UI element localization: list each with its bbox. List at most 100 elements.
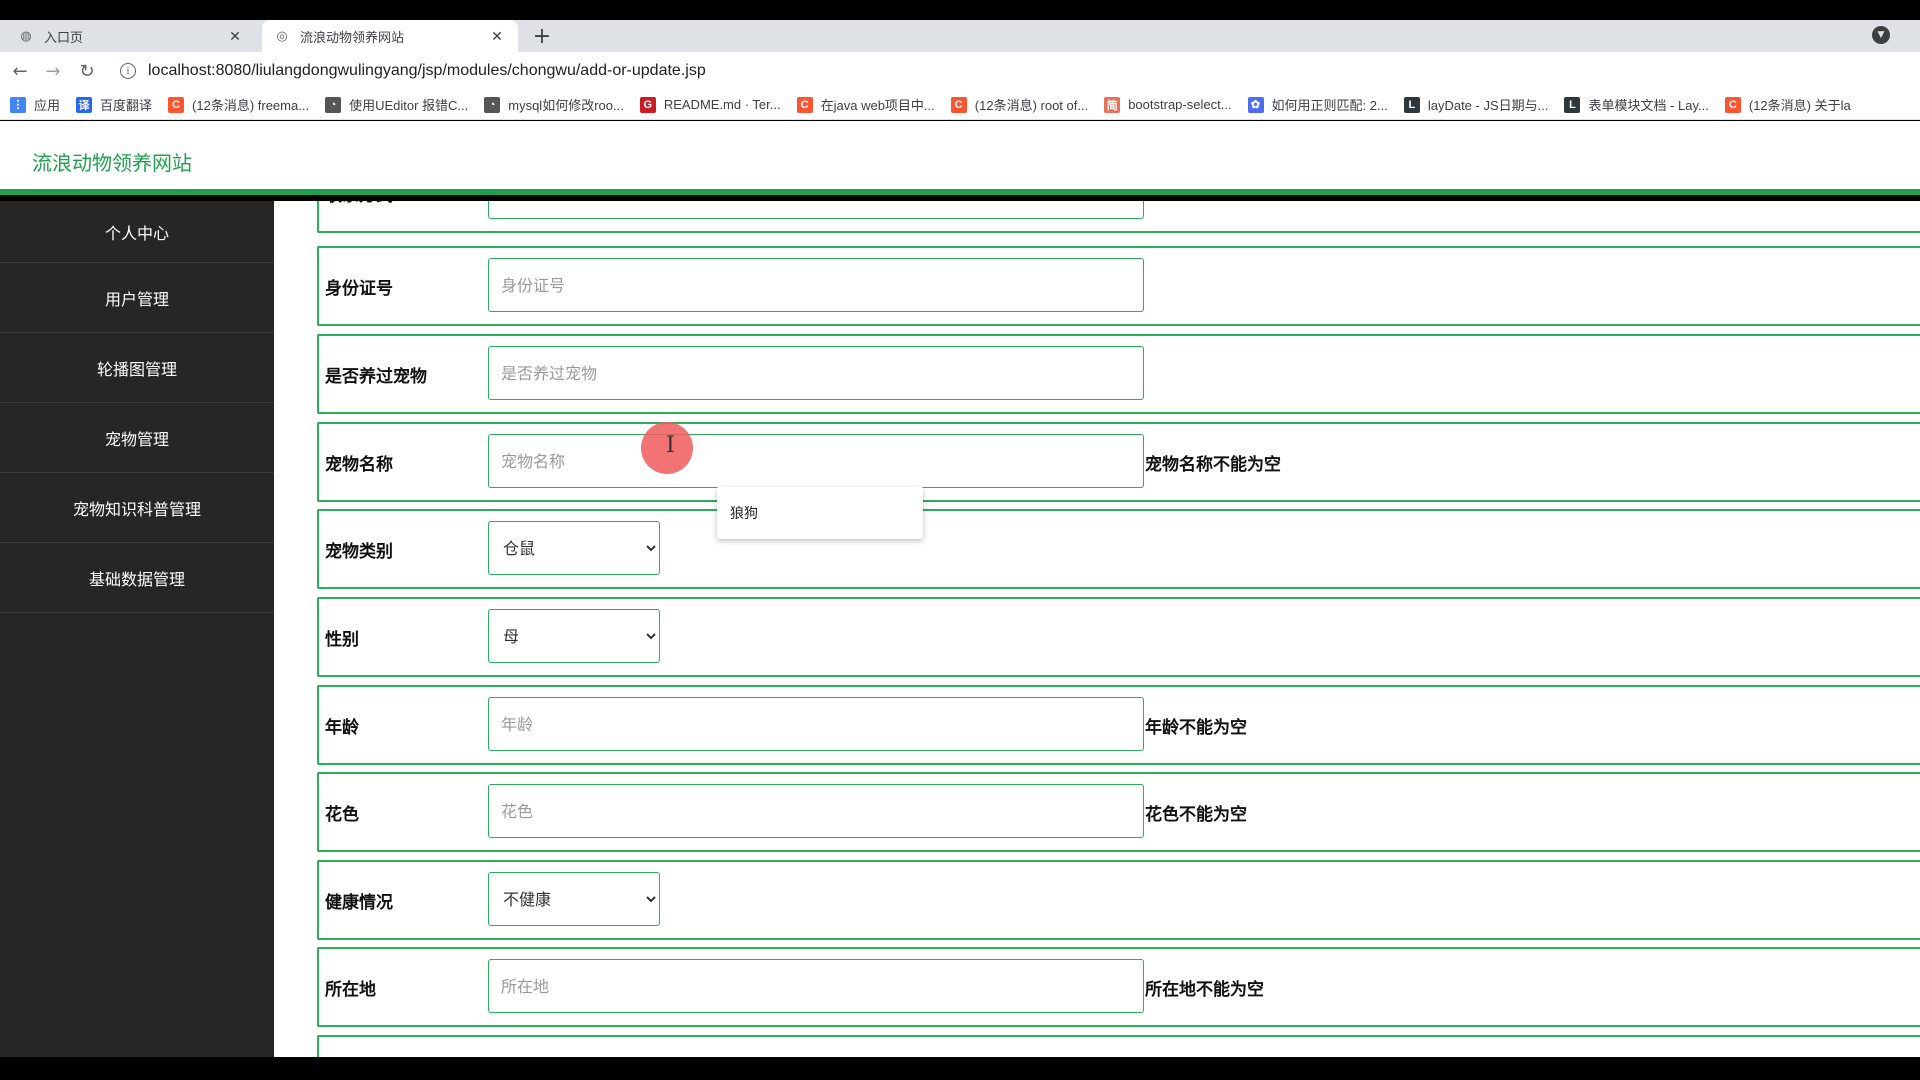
- globe-icon: ◎: [276, 28, 288, 43]
- field-label: 身份证号: [325, 278, 393, 299]
- tab-entry-page[interactable]: ◍ 入口页 ✕: [6, 20, 256, 52]
- form-row-gender: 性别 母: [317, 597, 1920, 677]
- bookmark-favicon-icon: ⋮: [10, 96, 26, 113]
- browser-toolbar: ← → ↻ i localhost:8080/liulangdongwuling…: [0, 52, 1920, 90]
- field-label: 宠物名称: [325, 454, 393, 475]
- bookmark-label: (12条消息) root of...: [974, 98, 1089, 113]
- text-cursor-icon: I: [666, 433, 675, 458]
- bookmark-item[interactable]: 简 bootstrap-select...: [1104, 96, 1232, 113]
- bookmark-label: (12条消息) 关于la: [1748, 98, 1851, 113]
- form-row-age: 年龄 年龄不能为空: [317, 685, 1920, 765]
- new-tab-icon[interactable]: +: [530, 20, 554, 52]
- bookmark-label: 应用: [34, 98, 61, 113]
- contact-input[interactable]: [488, 201, 1144, 219]
- bookmarks-bar: ⋮ 应用译百度翻译 C (12条消息) freema... ◔ 使用UEditor 报错C…: [0, 90, 1920, 120]
- form-row-health: 健康情况 不健康: [317, 860, 1920, 940]
- location-input[interactable]: [488, 959, 1144, 1013]
- bookmark-favicon-icon: ◔: [484, 96, 501, 113]
- field-label: 宠物类别: [325, 541, 393, 562]
- bookmark-item[interactable]: C (12条消息) 关于la: [1724, 95, 1851, 114]
- validation-error: 宠物名称不能为空: [1145, 454, 1281, 475]
- bookmark-item[interactable]: ⋮ 应用: [10, 95, 60, 114]
- browser-tab-strip: ◍ 入口页 ✕ ◎ 流浪动物领养网站 ✕: [0, 20, 1920, 52]
- age-input[interactable]: [488, 697, 1144, 751]
- form-row-contact: 联系方式: [317, 201, 1920, 233]
- form-row-color: 花色 花色不能为空: [317, 772, 1920, 852]
- bookmark-label: 使用UEditor 报错C...: [349, 98, 469, 113]
- bookmark-favicon-icon: C: [796, 96, 813, 113]
- bookmark-item[interactable]: G README.md · Ter...: [639, 96, 781, 113]
- sidebar-item-carousel[interactable]: 轮播图管理: [0, 333, 274, 403]
- color-input[interactable]: [488, 784, 1144, 838]
- bookmark-item[interactable]: L 表单模块文档 - Lay...: [1564, 95, 1709, 114]
- bookmark-favicon-icon: C: [1724, 96, 1741, 113]
- pet-name-input[interactable]: [488, 434, 1144, 488]
- info-icon[interactable]: i: [120, 63, 136, 79]
- field-label: 所在地: [325, 979, 376, 1000]
- reload-icon[interactable]: ↻: [77, 61, 97, 82]
- autocomplete-suggestion[interactable]: 狼狗: [717, 487, 923, 539]
- close-icon[interactable]: ✕: [226, 28, 244, 45]
- bookmark-label: 百度翻译: [100, 98, 153, 113]
- form-area: 联系方式 身份证号 是否养过宠物 宠物名称 宠物名称不能为空 宠物类别 仓鼠 性…: [274, 201, 1920, 1057]
- bookmark-favicon-icon: C: [950, 96, 967, 113]
- back-arrow-icon[interactable]: ←: [10, 61, 30, 82]
- app-header: 流浪动物领养网站: [0, 121, 1920, 195]
- bookmark-item[interactable]: ◔ 使用UEditor 报错C...: [325, 95, 468, 114]
- bookmark-item[interactable]: ◔ mysql如何修改roo...: [484, 95, 624, 114]
- validation-error: 花色不能为空: [1145, 804, 1247, 825]
- tab-search-icon[interactable]: ▼: [1872, 26, 1890, 44]
- form-row-pet-type: 宠物类别 仓鼠: [317, 509, 1920, 589]
- validation-error: 所在地不能为空: [1145, 979, 1264, 1000]
- field-label: 联系方式: [325, 201, 393, 231]
- bookmark-label: 如何用正则匹配: 2...: [1271, 98, 1388, 113]
- bookmark-label: bootstrap-select...: [1128, 97, 1232, 112]
- form-row-owned-pet: 是否养过宠物: [317, 334, 1920, 414]
- field-label: 花色: [325, 804, 359, 825]
- bookmark-favicon-icon: 译: [76, 96, 93, 113]
- bookmark-favicon-icon: G: [639, 96, 656, 113]
- owned-pet-input[interactable]: [488, 346, 1144, 400]
- sidebar-item-pet-knowledge[interactable]: 宠物知识科普管理: [0, 473, 274, 543]
- bookmark-favicon-icon: ◔: [325, 96, 342, 113]
- id-number-input[interactable]: [488, 258, 1144, 312]
- bookmark-favicon-icon: ✿: [1247, 96, 1264, 113]
- field-label: 健康情况: [325, 892, 393, 913]
- bookmark-label: README.md · Ter...: [663, 97, 781, 112]
- bookmark-item[interactable]: LlayDate - JS日期与...: [1403, 95, 1549, 114]
- bookmark-item[interactable]: 译百度翻译: [76, 95, 152, 114]
- bookmark-item[interactable]: C (12条消息) root of...: [950, 95, 1089, 114]
- bookmark-favicon-icon: 简: [1104, 96, 1121, 113]
- screen-top-border: [0, 0, 1920, 20]
- bookmark-label: 在java web项目中...: [820, 98, 935, 113]
- form-row-id-number: 身份证号: [317, 246, 1920, 326]
- health-select[interactable]: 不健康: [488, 872, 660, 926]
- site-title[interactable]: 流浪动物领养网站: [32, 147, 192, 176]
- close-icon[interactable]: ✕: [488, 28, 506, 45]
- sidebar-item-basic-data[interactable]: 基础数据管理: [0, 543, 274, 613]
- tab-adoption-site[interactable]: ◎ 流浪动物领养网站 ✕: [262, 20, 518, 52]
- sidebar-item-pets[interactable]: 宠物管理: [0, 403, 274, 473]
- screen-bottom-border: [0, 1057, 1920, 1080]
- gender-select[interactable]: 母: [488, 609, 660, 663]
- forward-arrow-icon[interactable]: →: [43, 61, 63, 82]
- sidebar-item-users[interactable]: 用户管理: [0, 263, 274, 333]
- bookmark-item[interactable]: ✿ 如何用正则匹配: 2...: [1247, 95, 1388, 114]
- bookmark-favicon-icon: C: [168, 96, 185, 113]
- bookmark-label: layDate - JS日期与...: [1427, 98, 1549, 113]
- pet-type-select[interactable]: 仓鼠: [488, 521, 660, 575]
- bookmark-item[interactable]: C 在java web项目中...: [796, 95, 935, 114]
- form-row-pet-name: 宠物名称 宠物名称不能为空: [317, 422, 1920, 502]
- field-label: 性别: [325, 629, 359, 650]
- sidebar-item-personal-center[interactable]: 个人中心: [0, 201, 274, 263]
- url-text[interactable]: localhost:8080/liulangdongwulingyang/jsp…: [148, 62, 706, 80]
- sidebar: 个人中心 用户管理 轮播图管理 宠物管理 宠物知识科普管理 基础数据管理: [0, 201, 274, 1057]
- form-row-location: 所在地 所在地不能为空: [317, 947, 1920, 1027]
- bookmark-item[interactable]: C (12条消息) freema...: [168, 95, 309, 114]
- bookmark-favicon-icon: L: [1564, 96, 1581, 113]
- form-row-next: [317, 1035, 1920, 1057]
- bookmark-label: 表单模块文档 - Lay...: [1588, 98, 1709, 113]
- globe-icon: ◍: [20, 28, 32, 43]
- bookmark-label: (12条消息) freema...: [192, 98, 310, 113]
- address-bar[interactable]: i localhost:8080/liulangdongwulingyang/j…: [110, 56, 1900, 86]
